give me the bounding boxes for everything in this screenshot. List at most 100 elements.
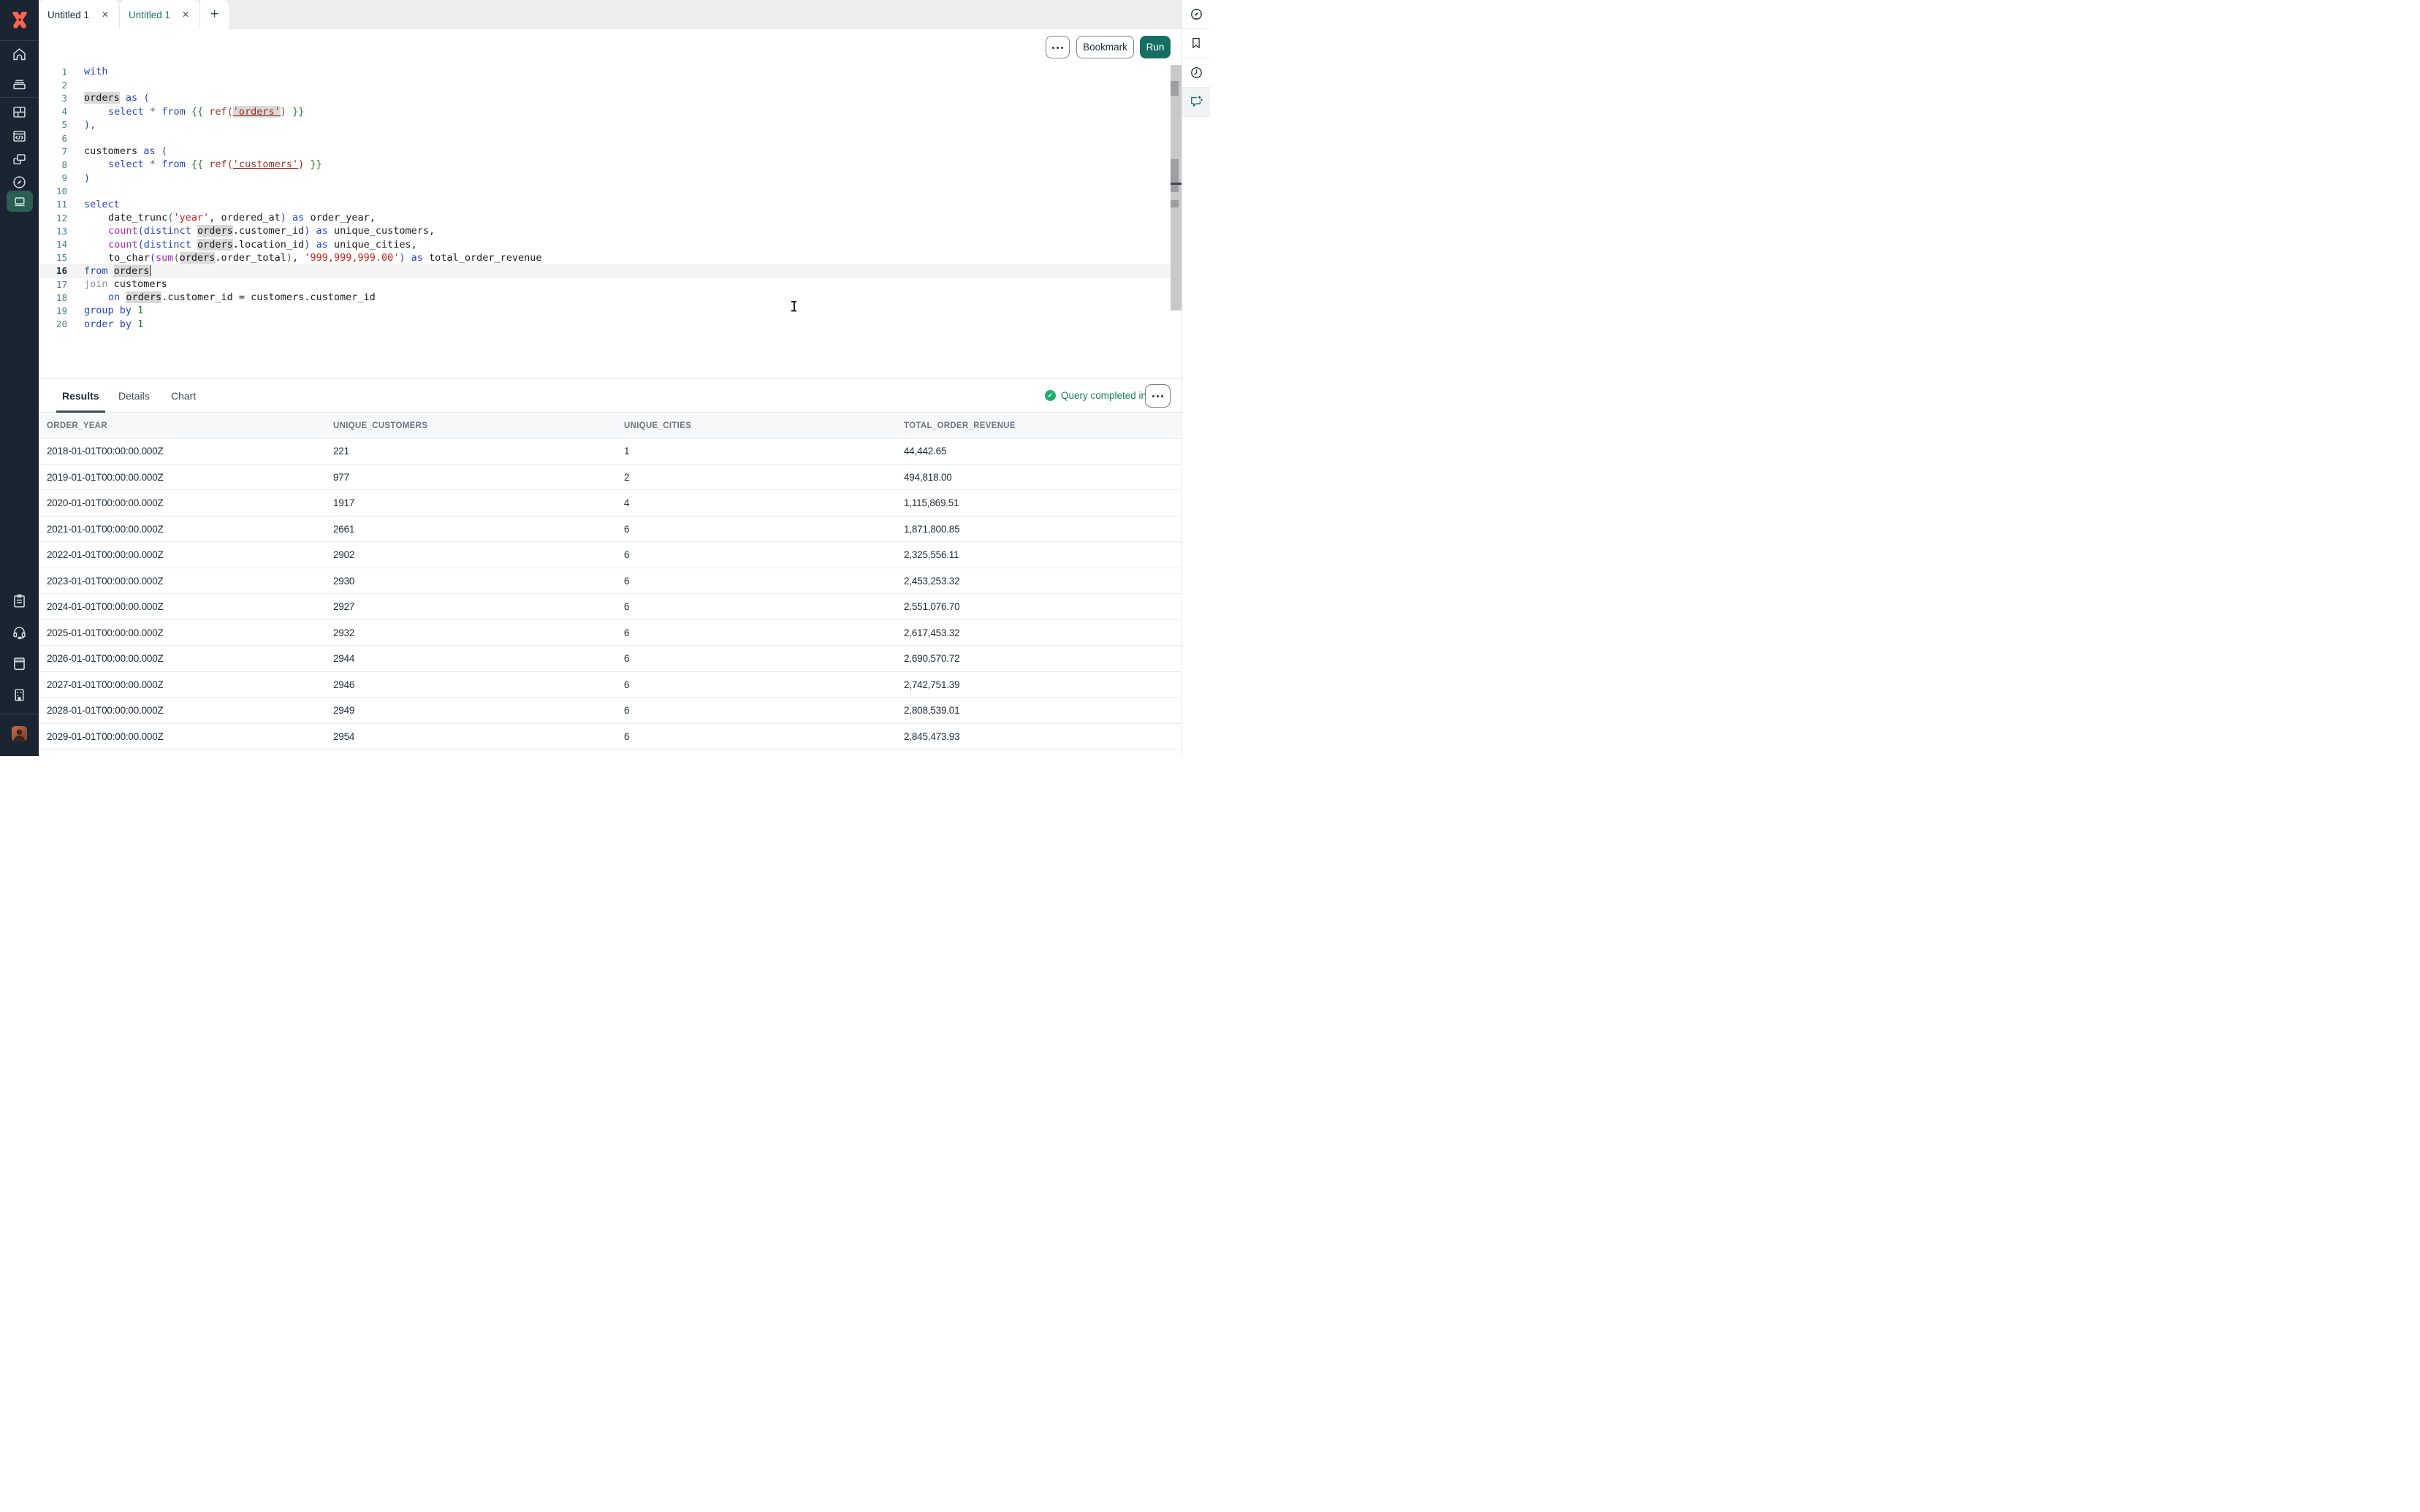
code-line-2[interactable]: 2 [39, 78, 1182, 91]
sidebar-item-notes[interactable] [0, 592, 39, 608]
drawer-icon [12, 76, 27, 91]
table-cell: 6 [624, 724, 629, 750]
code-line-4[interactable]: 4select * from {{ ref('orders') }} [39, 105, 1182, 118]
sidebar-item-apps[interactable] [0, 104, 39, 120]
table-row[interactable]: 2025-01-01T00:00:00.000Z293262,617,453.3… [39, 620, 1181, 646]
code-token: date_trunc [108, 212, 167, 224]
code-token [423, 252, 429, 264]
column-header-total-order-revenue: TOTAL_ORDER_REVENUE [904, 413, 1016, 438]
more-options-button[interactable] [1046, 36, 1070, 58]
table-cell: 6 [624, 698, 629, 724]
code-line-16[interactable]: 16from orders [39, 264, 1182, 278]
table-cell: 6 [624, 568, 629, 595]
code-line-15[interactable]: 15to_char(sum(orders.order_total), '999,… [39, 251, 1182, 264]
code-line-5[interactable]: 5), [39, 118, 1182, 131]
run-button[interactable]: Run [1140, 36, 1171, 58]
code-token: orders [197, 225, 233, 237]
code-token: as [411, 252, 423, 264]
code-line-1[interactable]: 1with [39, 65, 1182, 78]
sidebar-item-explore[interactable] [0, 174, 39, 190]
tool-explore[interactable] [1182, 6, 1210, 22]
sidebar-item-home[interactable] [0, 46, 39, 62]
code-token: orders [126, 291, 161, 303]
table-row[interactable]: 2028-01-01T00:00:00.000Z294962,808,539.0… [39, 698, 1181, 724]
table-row[interactable]: 2026-01-01T00:00:00.000Z294462,690,570.7… [39, 646, 1181, 672]
line-number: 19 [39, 305, 67, 316]
line-number: 5 [39, 119, 67, 130]
tab-label: Untitled 1 [129, 9, 170, 20]
line-content: ), [67, 119, 96, 131]
table-cell: 2,690,570.72 [904, 646, 959, 672]
code-token: ( [138, 239, 144, 251]
code-line-9[interactable]: 9) [39, 172, 1182, 185]
user-avatar[interactable] [0, 725, 39, 741]
hex-logo-icon[interactable] [0, 9, 39, 30]
close-icon[interactable] [100, 9, 110, 20]
document-tab-1[interactable]: Untitled 1 [39, 0, 119, 29]
table-cell: 221 [333, 438, 349, 465]
editor-scrollbar[interactable] [1171, 65, 1182, 310]
table-cell: 6 [624, 749, 629, 756]
bookmark-button[interactable]: Bookmark [1076, 36, 1134, 58]
table-cell: 6 [624, 594, 629, 620]
results-more-button[interactable] [1145, 384, 1171, 408]
table-cell: 2,808,539.01 [904, 698, 959, 724]
line-content: ) [67, 172, 90, 184]
table-row[interactable]: 2020-01-01T00:00:00.000Z191741,115,869.5… [39, 490, 1181, 516]
code-line-18[interactable]: 18on orders.customer_id = customers.cust… [39, 291, 1182, 304]
table-cell: 1,115,869.51 [904, 490, 959, 516]
line-number: 6 [39, 133, 67, 144]
code-line-7[interactable]: 7customers as ( [39, 145, 1182, 158]
code-token: distinct [144, 225, 191, 237]
close-icon[interactable] [180, 9, 191, 20]
code-line-8[interactable]: 8select * from {{ ref('customers') }} [39, 158, 1182, 171]
line-number: 18 [39, 292, 67, 303]
code-line-13[interactable]: 13count(distinct orders.customer_id) as … [39, 224, 1182, 237]
new-tab-button[interactable] [199, 0, 229, 29]
scrollbar-mark [1171, 159, 1179, 183]
table-row[interactable]: 2021-01-01T00:00:00.000Z266161,871,800.8… [39, 516, 1181, 543]
code-token: ref( [209, 106, 233, 118]
code-line-20[interactable]: 20order by 1 [39, 318, 1182, 331]
table-row[interactable]: 2024-01-01T00:00:00.000Z292762,551,076.7… [39, 594, 1181, 620]
tool-magic-chat[interactable] [1182, 93, 1210, 110]
code-line-11[interactable]: 11select [39, 198, 1182, 211]
code-window-icon [12, 129, 27, 144]
document-tab-2[interactable]: Untitled 1 [119, 0, 199, 29]
tab-chart[interactable]: Chart [168, 379, 199, 412]
tab-details[interactable]: Details [115, 379, 153, 412]
table-row[interactable]: 2027-01-01T00:00:00.000Z294662,742,751.3… [39, 672, 1181, 698]
sidebar-item-support[interactable] [0, 624, 39, 640]
table-row[interactable]: 2030-01-01T00:00:00.000Z287961,841,049.3… [39, 749, 1181, 756]
code-line-19[interactable]: 19group by 1 [39, 304, 1182, 317]
check-circle-icon [1045, 390, 1056, 401]
tool-bookmarks[interactable] [1182, 35, 1210, 51]
tab-results[interactable]: Results [56, 379, 105, 412]
table-row[interactable]: 2022-01-01T00:00:00.000Z290262,325,556.1… [39, 542, 1181, 568]
code-token: ( [150, 252, 156, 264]
table-row[interactable]: 2023-01-01T00:00:00.000Z293062,453,253.3… [39, 568, 1181, 595]
code-line-6[interactable]: 6 [39, 131, 1182, 145]
table-row[interactable]: 2019-01-01T00:00:00.000Z9772494,818.00 [39, 465, 1181, 491]
sidebar-item-projects[interactable] [0, 75, 39, 91]
code-line-10[interactable]: 10 [39, 185, 1182, 198]
line-content: count(distinct orders.customer_id) as un… [67, 225, 435, 237]
code-token [406, 252, 411, 264]
tool-history[interactable] [1182, 64, 1210, 80]
table-row[interactable]: 2018-01-01T00:00:00.000Z221144,442.65 [39, 438, 1181, 465]
code-line-17[interactable]: 17join customers [39, 278, 1182, 291]
code-line-12[interactable]: 12date_trunc('year', ordered_at) as orde… [39, 211, 1182, 224]
sidebar-item-components[interactable] [0, 151, 39, 167]
sql-editor[interactable]: 1with23orders as (4select * from {{ ref(… [39, 65, 1182, 378]
code-token [156, 106, 161, 118]
code-line-14[interactable]: 14count(distinct orders.location_id) as … [39, 237, 1182, 251]
table-cell: 2018-01-01T00:00:00.000Z [47, 438, 164, 465]
table-row[interactable]: 2029-01-01T00:00:00.000Z295462,845,473.9… [39, 724, 1181, 750]
sidebar-item-docs[interactable] [0, 655, 39, 671]
table-cell: 6 [624, 672, 629, 698]
code-line-3[interactable]: 3orders as ( [39, 91, 1182, 104]
code-token: * [150, 159, 156, 170]
sidebar-item-organization[interactable] [0, 687, 39, 703]
sidebar-item-code[interactable] [0, 128, 39, 144]
sidebar-item-computer-active[interactable] [0, 191, 39, 212]
